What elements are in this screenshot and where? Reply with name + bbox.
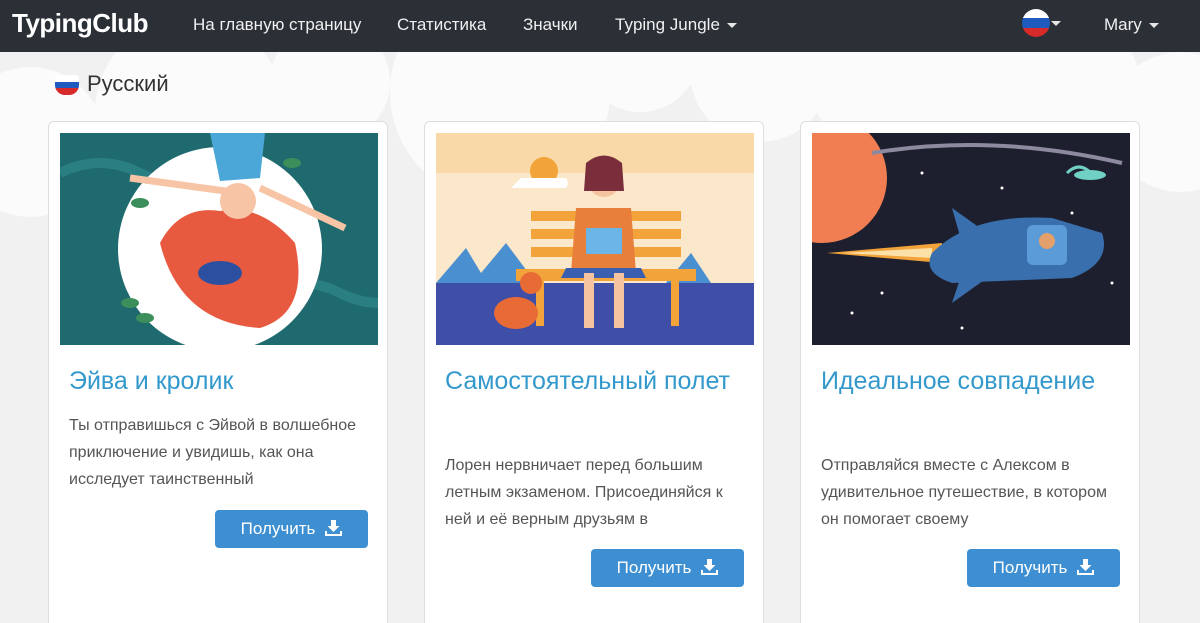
card-description: Отправляйся вместе с Алексом в удивитель… bbox=[821, 457, 1107, 528]
nav-home-link[interactable]: На главную страницу bbox=[193, 15, 361, 35]
card-description: Ты отправишься с Эйвой в волшебное прикл… bbox=[69, 417, 357, 488]
get-button[interactable]: Получить bbox=[215, 510, 368, 548]
get-button-label: Получить bbox=[240, 519, 316, 538]
card-illustration[interactable] bbox=[812, 133, 1130, 345]
get-button[interactable]: Получить bbox=[967, 549, 1120, 587]
card-illustration[interactable] bbox=[60, 133, 378, 345]
brand-logo[interactable]: TypingClub bbox=[12, 8, 149, 39]
user-menu-dropdown[interactable]: Mary bbox=[1104, 15, 1159, 35]
card-title[interactable]: Эйва и кролик bbox=[69, 362, 369, 401]
get-button-label: Получить bbox=[992, 558, 1068, 577]
ava-and-bunny-illustration bbox=[60, 133, 378, 345]
card-title[interactable]: Идеальное совпадение bbox=[821, 362, 1121, 401]
nav-badges-link[interactable]: Значки bbox=[523, 15, 578, 35]
chevron-down-icon bbox=[726, 23, 737, 29]
top-navbar: TypingClub На главную страницу Статистик… bbox=[0, 0, 1200, 52]
nav-program-dropdown[interactable]: Typing Jungle bbox=[615, 15, 737, 35]
user-name: Mary bbox=[1104, 15, 1142, 34]
girl-on-bench-illustration bbox=[436, 133, 754, 345]
story-card-solo-flight: Самостоятельный полет Лорен нервничает п… bbox=[424, 121, 764, 623]
download-icon bbox=[325, 520, 343, 536]
user-chevron-down-icon bbox=[1148, 23, 1159, 29]
language-chevron-down-icon[interactable] bbox=[1051, 21, 1061, 26]
get-button[interactable]: Получить bbox=[591, 549, 744, 587]
get-button-label: Получить bbox=[616, 558, 692, 577]
story-card-perfect-match: Идеальное совпадение Отправляйся вместе … bbox=[800, 121, 1140, 623]
card-illustration[interactable] bbox=[436, 133, 754, 345]
rocket-ship-illustration bbox=[812, 133, 1130, 345]
russia-flag-icon bbox=[55, 75, 79, 95]
nav-stats-link[interactable]: Статистика bbox=[397, 15, 486, 35]
download-icon bbox=[1077, 559, 1095, 575]
card-title[interactable]: Самостоятельный полет bbox=[445, 362, 745, 401]
language-title: Русский bbox=[87, 71, 169, 96]
story-card-ava: Эйва и кролик Ты отправишься с Эйвой в в… bbox=[48, 121, 388, 623]
card-description: Лорен нервничает перед большим летным эк… bbox=[445, 457, 723, 528]
language-flag-icon[interactable] bbox=[1022, 9, 1050, 37]
download-icon bbox=[701, 559, 719, 575]
program-dropdown-label: Typing Jungle bbox=[615, 15, 720, 34]
